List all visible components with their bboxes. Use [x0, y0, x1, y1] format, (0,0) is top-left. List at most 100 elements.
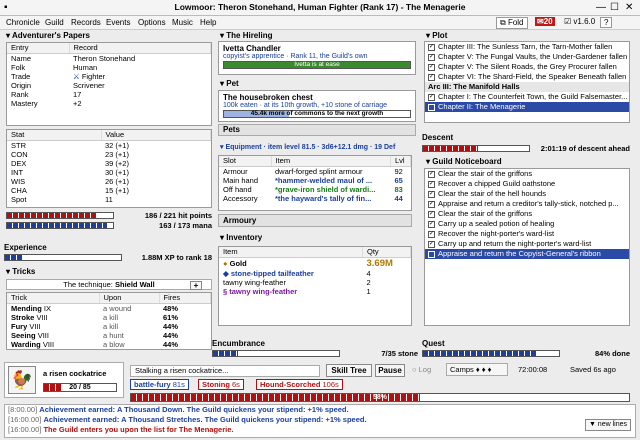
table-row[interactable]: Origin Scrivener — [7, 81, 211, 90]
pet-card[interactable]: The housebroken chest 100k eaten · at it… — [218, 90, 416, 122]
list-item[interactable]: ✓ Carry up and return the night-porter's … — [425, 239, 629, 249]
table-row[interactable]: CHA 15 (+1) — [7, 186, 211, 195]
list-item[interactable]: ✓ Appraise and return a creditor's tally-… — [425, 199, 629, 209]
effect-stoning: Stoning 6s — [198, 379, 244, 390]
menu-bar: Chronicle Guild Records Events Options M… — [0, 16, 640, 30]
equipment-col-slot: Slot — [219, 156, 272, 167]
table-row[interactable]: Fury VIII a kill 44% — [7, 322, 211, 331]
table-row[interactable]: ● Gold 3.69M — [219, 257, 411, 269]
menu-chronicle[interactable]: Chronicle — [6, 18, 40, 27]
mana-bar — [6, 222, 114, 229]
list-item[interactable]: ✓ Chapter III: The Sunless Tarn, the Tarn… — [425, 42, 629, 52]
table-row[interactable]: WIS 26 (+1) — [7, 177, 211, 186]
checkbox-checked-icon: ✓ — [428, 53, 435, 61]
pause-button[interactable]: Pause — [375, 364, 405, 377]
menu-help[interactable]: Help — [200, 18, 216, 27]
mana-bar-fill — [7, 223, 107, 228]
table-row[interactable]: Spot 11 — [7, 195, 211, 204]
tab-armoury[interactable]: Armoury — [218, 214, 412, 227]
list-item[interactable]: ✓ Chapter V: The Silent Roads, the Grey P… — [425, 62, 629, 72]
table-row[interactable]: Armour dwarf-forged splint armour 92 — [219, 166, 411, 176]
checkbox-checked-icon: ✓ — [428, 180, 435, 188]
log-toggle[interactable]: ○ Log — [412, 365, 431, 374]
help-button[interactable]: ? — [600, 17, 613, 28]
table-row[interactable]: Folk Human — [7, 63, 211, 72]
table-row[interactable]: ◆ stone-tipped tailfeather 4 — [219, 269, 411, 278]
menu-guild[interactable]: Guild — [45, 18, 64, 27]
encumbrance-bar-fill — [213, 351, 239, 356]
effect-battle-fury: battle-fury 81s — [130, 379, 189, 390]
close-icon[interactable]: ✕ — [625, 2, 633, 13]
hp-bar-fill — [7, 213, 97, 218]
table-row[interactable]: Accessory *the hayward's tally of fin... 4… — [219, 194, 411, 203]
hireling-card[interactable]: Ivetta Chandler copyist's apprentice · R… — [218, 41, 416, 75]
plot-list: ✓ Chapter III: The Sunless Tarn, the Tarn… — [424, 41, 630, 123]
technique-field[interactable]: The technique: Shield Wall — [6, 279, 212, 290]
equipment-table: Slot Item Lvl Armour dwarf-forged splint ar… — [218, 155, 412, 211]
notification-badge[interactable]: ✉20 — [535, 17, 555, 26]
camp-icons: ♦ ♦ ♦ — [475, 365, 492, 374]
table-row[interactable]: Mastery +2 — [7, 99, 211, 108]
table-row[interactable]: Off hand *grave-iron shield of wardi... 83 — [219, 185, 411, 194]
maximize-icon[interactable]: ☐ — [610, 2, 619, 13]
quest-bar — [422, 350, 560, 357]
pet-desc: 100k eaten · at its 10th growth, +10 sto… — [223, 102, 388, 109]
checkbox-checked-icon: ✓ — [428, 93, 435, 101]
list-item[interactable]: ✓ Chapter V: The Fungal Vaults, the Under… — [425, 52, 629, 62]
version-label: ☑ v1.6.0 — [564, 17, 596, 26]
list-item[interactable]: Chapter II: The Menagerie — [425, 102, 629, 112]
list-item[interactable]: ✓ Clear the stair of the hell hounds — [425, 189, 629, 199]
list-item[interactable]: ✓ Chapter I: The Counterfeit Town, the Gu… — [425, 92, 629, 102]
table-row[interactable]: Trade ⚔ Fighter — [7, 72, 211, 81]
list-item[interactable]: ✓ Clear the stair of the griffons — [425, 209, 629, 219]
sword-icon: ⚔ — [73, 71, 82, 81]
table-row[interactable]: STR 32 (+1) — [7, 140, 211, 150]
camps-indicator[interactable]: Camps ♦ ♦ ♦ — [446, 363, 508, 376]
list-item[interactable]: ✓ Recover a chipped Guild oathstone — [425, 179, 629, 189]
table-row[interactable]: tawny wing-feather 2 — [219, 278, 411, 287]
hireling-header: ▾ The Hireling — [220, 31, 273, 40]
list-item[interactable]: ✓ Recover the night-porter's ward-list — [425, 229, 629, 239]
table-row[interactable]: Mending IX a wound 48% — [7, 303, 211, 313]
table-row[interactable]: Warding VIII a blow 44% — [7, 340, 211, 349]
table-row[interactable]: Rank 17 — [7, 90, 211, 99]
table-row[interactable]: Stroke VIII a kill 61% — [7, 313, 211, 322]
table-row[interactable]: Name Theron Stonehand — [7, 53, 211, 63]
quest-header: Quest — [422, 339, 445, 348]
minimize-icon[interactable]: — — [596, 2, 606, 13]
foe-name: a risen cockatrice — [43, 369, 107, 378]
menu-options[interactable]: Options — [138, 18, 166, 27]
combat-progress-text: 58% — [372, 394, 387, 401]
table-row[interactable]: § tawny wing-feather 1 — [219, 287, 411, 296]
log-line: [16:00.00] Achievement earned: A Thousan… — [8, 415, 367, 424]
pet-bar: 45.4k more of commons to the next growth — [223, 110, 411, 118]
log-line: [16:00.00] The Guild enters you upon the… — [8, 425, 234, 434]
experience-bar-fill — [5, 255, 23, 260]
checkbox-checked-icon: ✓ — [428, 200, 435, 208]
event-log[interactable]: [8:00.00] Achievement earned: A Thousand… — [4, 404, 636, 438]
papers-table: Entry Record Name Theron Stonehand Folk Hum… — [6, 42, 212, 126]
list-item[interactable]: ✓ Clear the stair of the griffons — [425, 169, 629, 179]
skill-tree-button[interactable]: Skill Tree — [326, 364, 372, 377]
tricks-table: Trick Upon Fires Mending IX a wound 48% Stro… — [6, 292, 212, 350]
equipment-col-item: Item — [271, 156, 391, 167]
table-row[interactable]: Seeing VIII a hunt 44% — [7, 331, 211, 340]
tab-pets[interactable]: Pets — [218, 124, 416, 136]
table-row[interactable]: INT 30 (+1) — [7, 168, 211, 177]
add-technique-button[interactable]: + — [190, 281, 202, 290]
list-item[interactable]: ✓ Carry up a sealed potion of healing — [425, 219, 629, 229]
menu-records[interactable]: Records — [71, 18, 101, 27]
menu-music[interactable]: Music — [172, 18, 193, 27]
new-lines-button[interactable]: ▼ new lines — [584, 419, 631, 431]
table-row[interactable]: CON 23 (+1) — [7, 150, 211, 159]
list-item[interactable]: Appraise and return the Copyist-General'… — [425, 249, 629, 259]
checkbox-icon: ☑ — [564, 17, 574, 26]
inventory-col-qty: Qty — [362, 247, 411, 258]
list-item[interactable]: Arc III: The Manifold Halls — [425, 82, 629, 92]
table-row[interactable]: Main hand *hammer-welded maul of ... 65 — [219, 176, 411, 185]
pet-header: ▾ Pet — [220, 79, 239, 88]
list-item[interactable]: ✓ Chapter VI: The Shard-Field, the Speake… — [425, 72, 629, 82]
fold-button[interactable]: ⧉ Fold — [496, 17, 528, 29]
menu-events[interactable]: Events — [106, 18, 130, 27]
table-row[interactable]: DEX 39 (+2) — [7, 159, 211, 168]
